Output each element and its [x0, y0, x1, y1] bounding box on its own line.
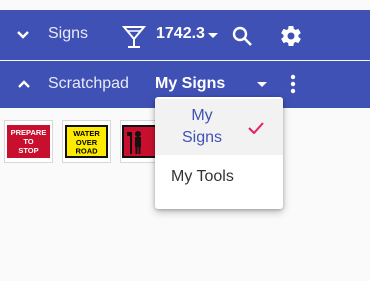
- check-icon: [247, 121, 265, 135]
- signs-toolbar: Signs 1742.3: [0, 10, 370, 60]
- scratchpad-dropdown-menu: My Signs My Tools: [155, 97, 283, 209]
- svg-text:WATER: WATER: [73, 129, 100, 138]
- count-value[interactable]: 1742.3: [156, 25, 205, 43]
- expand-chevron-up-icon[interactable]: [14, 74, 34, 94]
- flagger-sign-icon: [122, 125, 155, 158]
- count-dropdown-caret-icon[interactable]: [208, 32, 218, 40]
- prepare-to-stop-sign-icon: PREPARE TO STOP: [7, 125, 50, 158]
- menu-item-my-tools[interactable]: My Tools: [155, 159, 283, 195]
- scratchpad-selector[interactable]: My Signs: [155, 75, 225, 93]
- gear-icon[interactable]: [278, 23, 304, 49]
- menu-item-my-signs[interactable]: My Signs: [155, 99, 283, 155]
- svg-text:TO: TO: [23, 137, 33, 146]
- collapse-chevron-down-icon[interactable]: [13, 25, 33, 45]
- menu-item-label: My Tools: [171, 168, 234, 185]
- svg-text:STOP: STOP: [18, 146, 38, 155]
- search-icon[interactable]: [230, 24, 254, 48]
- water-over-road-sign-icon: WATER OVER ROAD: [65, 125, 108, 158]
- toolbar-title: Signs: [48, 25, 89, 42]
- sign-prepare-to-stop[interactable]: PREPARE TO STOP: [4, 120, 53, 163]
- martini-glass-icon: [120, 22, 148, 50]
- scratchpad-dropdown-caret-icon[interactable]: [257, 81, 267, 89]
- sign-water-over-road[interactable]: WATER OVER ROAD: [62, 120, 111, 163]
- sign-flagger[interactable]: [120, 120, 156, 163]
- more-vert-icon[interactable]: [286, 73, 300, 95]
- svg-text:PREPARE: PREPARE: [11, 128, 47, 137]
- scratchpad-label: Scratchpad: [48, 75, 129, 92]
- menu-item-label: My Signs: [181, 107, 223, 146]
- svg-text:ROAD: ROAD: [75, 147, 98, 156]
